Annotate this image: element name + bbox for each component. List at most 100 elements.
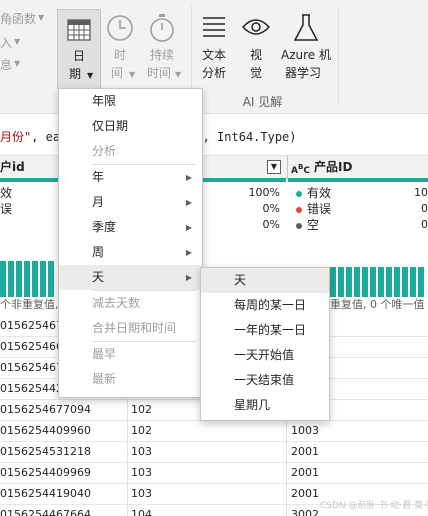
stat-error-label: 错误 <box>307 202 332 216</box>
duration-button-label-2: 时间 <box>146 66 171 80</box>
table-cell: 104 <box>131 508 152 516</box>
chevron-right-icon: ▶ <box>185 223 192 232</box>
time-button-label-2: 间 <box>110 66 123 80</box>
column-divider <box>127 483 128 504</box>
filter-dropdown-icon[interactable]: ▼ <box>267 160 281 174</box>
distribution-bar <box>418 267 424 297</box>
distinct-count-col3: 重复值, 0 个唯一值 <box>330 298 425 311</box>
flask-icon <box>293 14 319 41</box>
chevron-down-icon: ▼ <box>14 59 21 68</box>
date-dropdown-menu: 年限 仅日期 分析 年 ▶ 月 ▶ 季度 ▶ 周 ▶ 天 ▶ 减去天数 合并日期和时间 最… <box>58 88 203 398</box>
distribution-bar <box>402 267 408 297</box>
time-button-label-1: 时 <box>113 48 126 62</box>
azure-ml-label-1: Azure 机 <box>281 48 331 62</box>
menu-item-label: 一年的某一日 <box>234 323 307 337</box>
duration-button[interactable]: 持续 时间 ▼ <box>142 9 182 87</box>
text-analysis-label-2: 分析 <box>201 66 226 80</box>
ribbon-left-item-3[interactable]: 息 <box>0 56 12 73</box>
chevron-right-icon: ▶ <box>185 198 192 207</box>
column-divider <box>286 441 287 462</box>
column-header-label: 产品ID <box>314 160 353 174</box>
submenu-item-day-of-week[interactable]: 每周的某一日 <box>201 293 329 318</box>
azure-ml-label-2: 器学习 <box>284 66 321 80</box>
submenu-item-start-of-day[interactable]: 一天开始值 <box>201 343 329 368</box>
text-lines-icon <box>203 17 225 37</box>
column-divider <box>127 504 128 516</box>
stat-error-pct: 0% <box>262 202 280 215</box>
menu-item-combine-date-time[interactable]: 合并日期和时间 <box>59 316 202 341</box>
stat-valid-pct: 100% <box>248 186 280 199</box>
menu-item-parse[interactable]: 分析 <box>59 139 202 164</box>
submenu-item-day-of-year[interactable]: 一年的某一日 <box>201 318 329 343</box>
distribution-bar <box>410 267 416 297</box>
chevron-down-icon: ▼ <box>38 13 45 22</box>
table-row[interactable]: 0156254409960 102 1003 <box>0 420 428 442</box>
stat-error-pct: 0 <box>421 202 428 215</box>
error-dot-icon <box>296 206 302 213</box>
menu-item-date-only[interactable]: 仅日期 <box>59 114 202 139</box>
menu-item-label: 年 <box>92 170 105 184</box>
distribution-bar <box>386 267 392 297</box>
menu-item-label: 周 <box>92 245 105 259</box>
distribution-bar <box>24 261 30 297</box>
distribution-bar <box>362 267 368 297</box>
stat-valid-label: 效 <box>0 186 13 200</box>
menu-item-earliest[interactable]: 最早 <box>59 342 202 367</box>
calendar-icon <box>67 19 91 41</box>
column-divider <box>127 462 128 483</box>
duration-button-label-1: 持续 <box>149 48 174 62</box>
menu-item-latest[interactable]: 最新 <box>59 367 202 392</box>
chevron-down-icon: ▼ <box>175 70 182 79</box>
menu-item-subtract-days[interactable]: 减去天数 <box>59 291 202 316</box>
distribution-bar <box>394 267 400 297</box>
text-type-icon[interactable]: ABC <box>291 160 310 178</box>
distribution-bar <box>16 261 22 297</box>
table-cell: 2001 <box>291 466 319 479</box>
submenu-item-weekday-name[interactable]: 星期几 <box>201 393 329 418</box>
eye-icon <box>242 19 270 35</box>
chevron-right-icon: ▶ <box>185 173 192 182</box>
menu-item-label: 减去天数 <box>92 296 141 310</box>
menu-item-year[interactable]: 年 ▶ <box>59 165 202 190</box>
ribbon-left-item-2[interactable]: 入 <box>0 34 12 51</box>
date-button[interactable]: 日 期 ▼ <box>57 9 101 89</box>
distribution-chart-col3 <box>330 242 428 297</box>
table-row[interactable]: 0156254409969 103 2001 <box>0 462 428 484</box>
menu-item-quarter[interactable]: 季度 ▶ <box>59 215 202 240</box>
empty-dot-icon <box>296 222 302 229</box>
table-row[interactable]: 0156254531218 103 2001 <box>0 441 428 463</box>
table-cell: 102 <box>131 403 152 416</box>
menu-item-label: 天 <box>234 273 247 287</box>
column-header-product-id[interactable]: ABC 产品ID <box>287 155 428 179</box>
table-cell: 103 <box>131 445 152 458</box>
ribbon-left-item-1[interactable]: 角函数 <box>0 10 36 27</box>
submenu-item-day[interactable]: 天 <box>201 268 329 293</box>
vision-button[interactable]: 视 觉 <box>240 9 272 87</box>
distinct-count-col1: 个非重复值, <box>0 298 59 311</box>
menu-item-day[interactable]: 天 ▶ <box>59 265 202 290</box>
column-divider <box>286 462 287 483</box>
menu-item-label: 每周的某一日 <box>234 298 307 312</box>
menu-item-label: 季度 <box>92 220 117 234</box>
stat-error: 错误 <box>296 201 331 217</box>
time-button[interactable]: 时 间 ▼ <box>102 9 138 87</box>
menu-item-week[interactable]: 周 ▶ <box>59 240 202 265</box>
menu-item-label: 最早 <box>92 347 117 361</box>
text-analysis-button[interactable]: 文本 分析 <box>196 9 232 87</box>
submenu-item-end-of-day[interactable]: 一天结束值 <box>201 368 329 393</box>
distribution-bar <box>354 267 360 297</box>
stat-error-label: 误 <box>0 202 13 216</box>
table-cell: 103 <box>131 466 152 479</box>
menu-item-month[interactable]: 月 ▶ <box>59 190 202 215</box>
chevron-down-icon: ▼ <box>129 70 136 79</box>
table-cell: 0156254531218 <box>0 445 91 458</box>
column-divider <box>127 399 128 420</box>
text-analysis-label-1: 文本 <box>201 48 226 62</box>
chevron-right-icon: ▶ <box>185 248 192 257</box>
table-cell: 2001 <box>291 487 319 500</box>
azure-ml-button[interactable]: Azure 机 器学习 <box>278 9 334 87</box>
table-cell: 0156254467664 <box>0 508 91 516</box>
table-cell: 0156254419040 <box>0 487 91 500</box>
distribution-bar <box>32 261 38 297</box>
menu-item-age[interactable]: 年限 <box>59 89 202 114</box>
